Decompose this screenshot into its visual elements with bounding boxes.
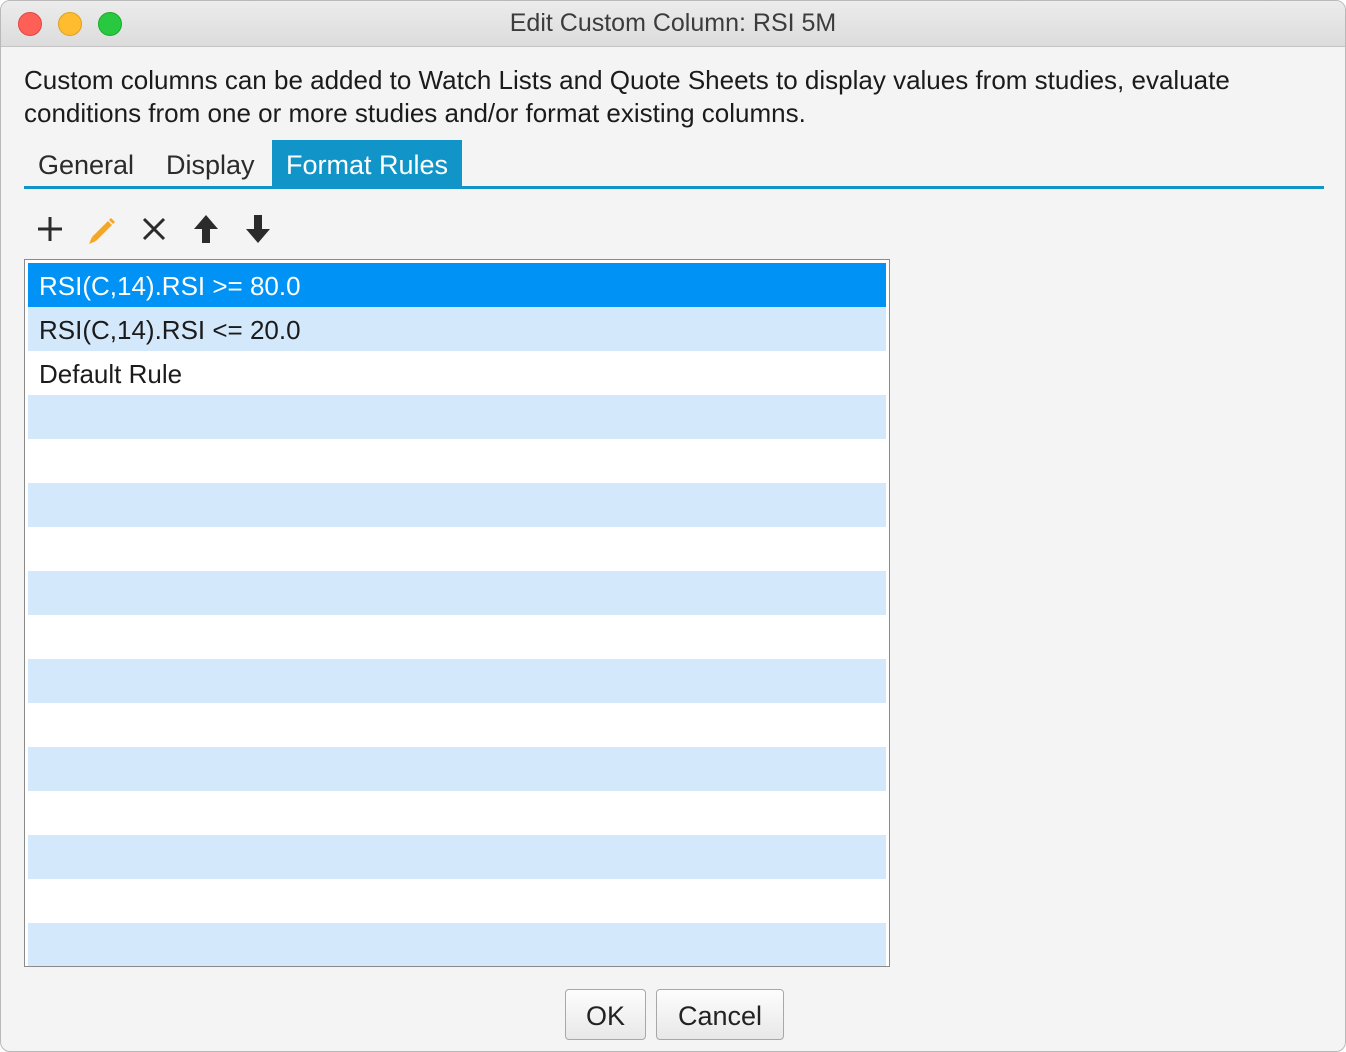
tab-general[interactable]: General [24,140,148,186]
empty-row [28,483,886,527]
close-icon [142,217,166,241]
title-bar: Edit Custom Column: RSI 5M [1,1,1345,47]
delete-rule-button[interactable] [136,211,172,247]
empty-row [28,439,886,483]
empty-row [28,879,886,923]
move-down-button[interactable] [240,211,276,247]
rule-rows: RSI(C,14).RSI >= 80.0 RSI(C,14).RSI <= 2… [28,263,886,966]
tab-format-rules[interactable]: Format Rules [272,140,463,186]
empty-row [28,527,886,571]
move-up-button[interactable] [188,211,224,247]
empty-row [28,835,886,879]
dialog-window: Edit Custom Column: RSI 5M Custom column… [0,0,1346,1052]
pencil-icon [89,218,115,244]
edit-rule-button[interactable] [84,211,120,247]
empty-row [28,923,886,966]
list-item[interactable]: Default Rule [28,351,886,395]
tab-display[interactable]: Display [152,140,269,186]
list-item[interactable]: RSI(C,14).RSI <= 20.0 [28,307,886,351]
ok-button[interactable]: OK [565,989,646,1040]
tab-bar: General Display Format Rules [24,140,1324,189]
arrow-up-icon [194,215,218,243]
empty-row [28,571,886,615]
empty-row [28,395,886,439]
arrow-down-icon [246,215,270,243]
plus-icon [38,217,62,241]
list-item[interactable]: RSI(C,14).RSI >= 80.0 [28,263,886,307]
empty-row [28,703,886,747]
empty-row [28,791,886,835]
format-rules-list[interactable]: RSI(C,14).RSI >= 80.0 RSI(C,14).RSI <= 2… [24,259,890,967]
empty-row [28,659,886,703]
cancel-button[interactable]: Cancel [656,989,784,1040]
empty-row [28,615,886,659]
description-text: Custom columns can be added to Watch Lis… [24,65,1230,128]
empty-row [28,747,886,791]
add-rule-button[interactable] [32,211,68,247]
window-title: Edit Custom Column: RSI 5M [509,9,837,37]
